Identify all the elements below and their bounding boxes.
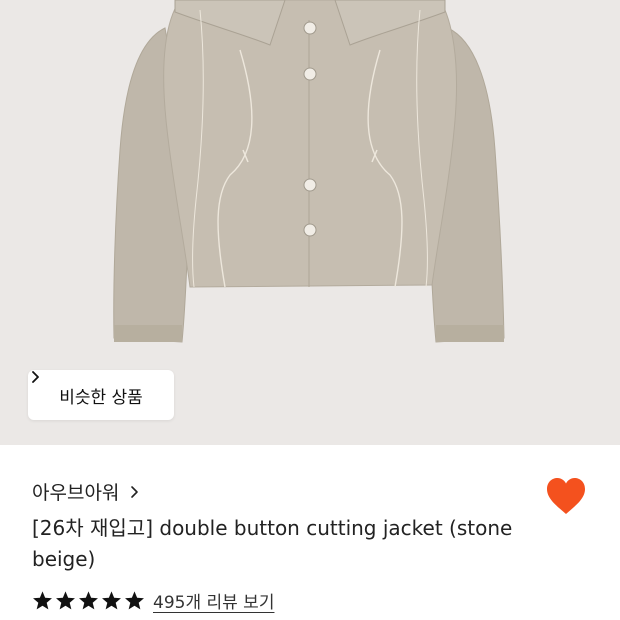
star-icon xyxy=(56,591,75,610)
product-title: [26차 재입고] double button cutting jacket (… xyxy=(32,516,513,571)
heart-icon[interactable] xyxy=(545,476,587,516)
chevron-right-icon xyxy=(32,371,39,383)
rating-row: 495개 리뷰 보기 xyxy=(32,588,274,613)
star-rating xyxy=(32,590,145,611)
star-icon xyxy=(33,591,52,610)
reviews-link[interactable]: 495개 리뷰 보기 xyxy=(153,588,274,613)
product-image[interactable]: 비슷한 상품 xyxy=(0,0,620,445)
similar-products-button[interactable]: 비슷한 상품 xyxy=(28,370,174,420)
star-icon xyxy=(102,591,121,610)
similar-products-label: 비슷한 상품 xyxy=(59,387,143,408)
chevron-right-icon xyxy=(131,485,139,498)
star-icon xyxy=(125,591,144,610)
brand-link[interactable]: 아우브아워 xyxy=(32,478,141,505)
brand-name: 아우브아워 xyxy=(32,482,120,504)
star-icon xyxy=(79,591,98,610)
